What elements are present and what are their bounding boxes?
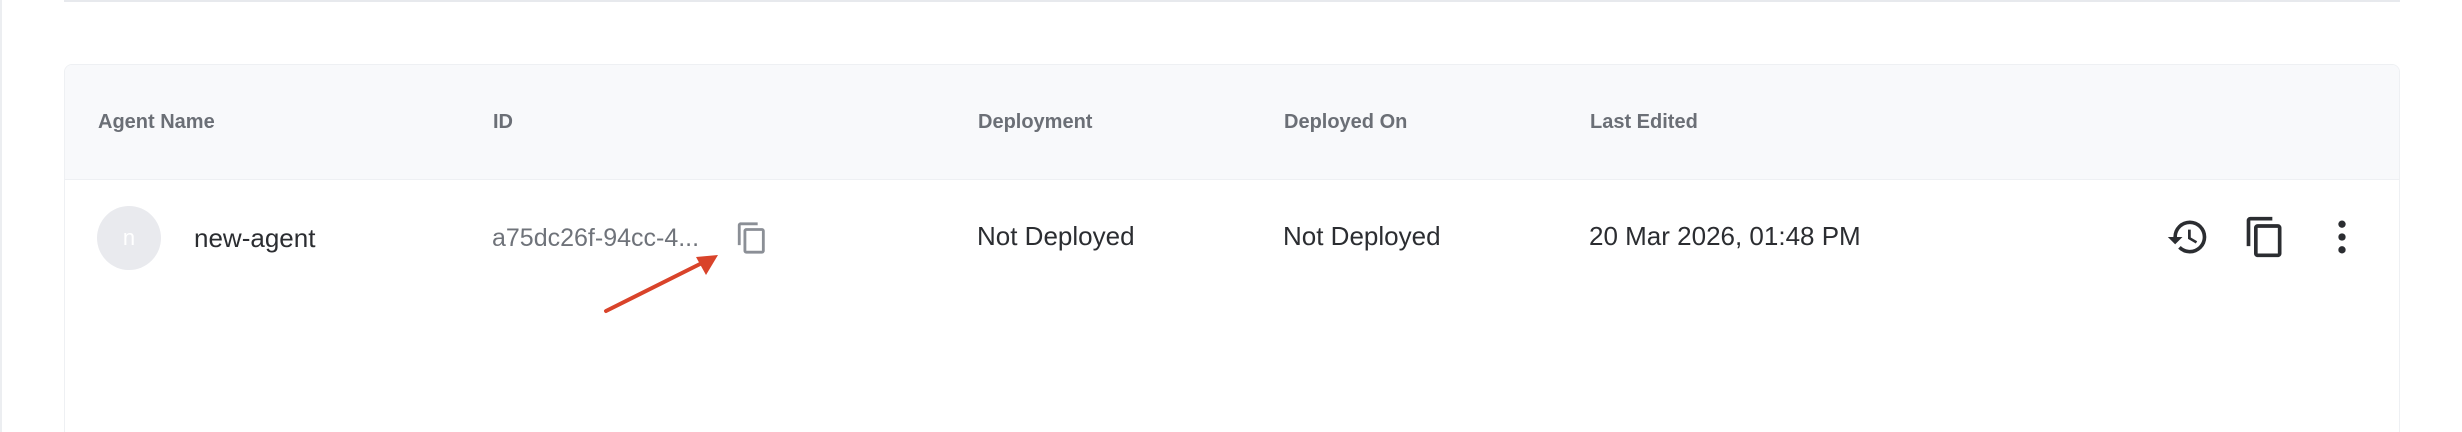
last-edited: 20 Mar 2026, 01:48 PM <box>1589 221 1861 251</box>
copy-id-icon[interactable] <box>735 220 769 256</box>
copy-icon[interactable] <box>2243 215 2287 259</box>
deployment-status: Not Deployed <box>977 221 1135 251</box>
header-agent-name[interactable]: Agent Name <box>98 65 215 179</box>
header-deployment[interactable]: Deployment <box>978 65 1092 179</box>
agent-id: a75dc26f-94cc-4... <box>492 224 700 252</box>
history-icon[interactable] <box>2166 215 2210 259</box>
header-last-edited[interactable]: Last Edited <box>1590 65 1698 179</box>
left-divider <box>0 0 2 432</box>
top-card-edge <box>64 0 2400 2</box>
table-header: Agent Name ID Deployment Deployed On Las… <box>65 65 2399 180</box>
deployed-on: Not Deployed <box>1283 221 1441 251</box>
more-vertical-icon[interactable] <box>2320 215 2364 259</box>
agents-table: Agent Name ID Deployment Deployed On Las… <box>64 64 2400 432</box>
agents-page: Agent Name ID Deployment Deployed On Las… <box>0 0 2462 432</box>
avatar: n <box>97 206 161 270</box>
agent-name[interactable]: new-agent <box>194 206 315 270</box>
header-deployed-on[interactable]: Deployed On <box>1284 65 1407 179</box>
header-id[interactable]: ID <box>493 65 513 179</box>
